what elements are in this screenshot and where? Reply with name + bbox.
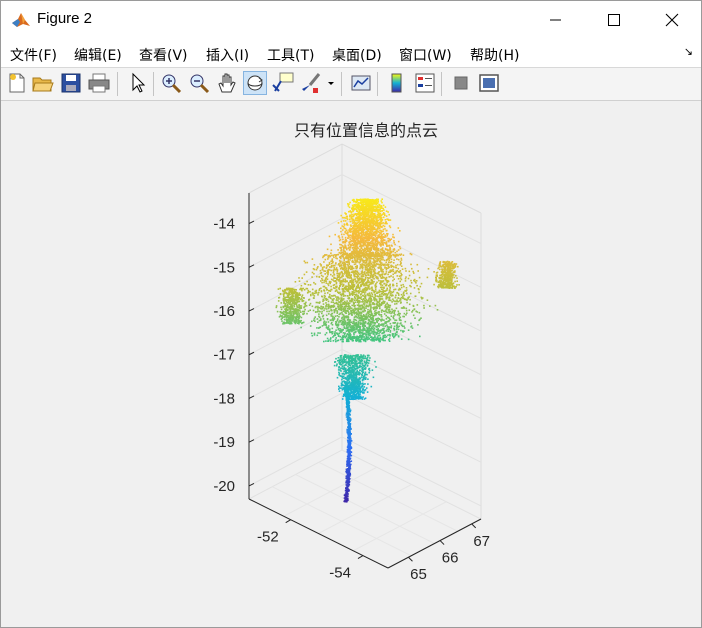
close-icon bbox=[665, 13, 679, 27]
rotate-3d-icon bbox=[247, 75, 263, 91]
z-tick-label: -15 bbox=[213, 259, 235, 276]
toolbar-separator bbox=[377, 72, 378, 96]
z-tick-mark bbox=[248, 439, 255, 443]
z-tick-label: -16 bbox=[213, 303, 235, 320]
z-tick-label: -19 bbox=[213, 434, 235, 451]
show-plot-tools-button[interactable] bbox=[477, 71, 501, 95]
insert-legend-button[interactable] bbox=[413, 71, 437, 95]
chevron-down-icon bbox=[328, 82, 334, 85]
edit-plot-button[interactable] bbox=[125, 71, 149, 95]
toolbar-separator bbox=[153, 72, 154, 96]
minimize-button[interactable] bbox=[527, 1, 585, 39]
pointer-arrow-icon bbox=[132, 72, 146, 93]
maximize-button[interactable] bbox=[585, 1, 643, 39]
save-icon bbox=[61, 73, 81, 93]
x-tick-mark bbox=[357, 555, 364, 560]
y-tick-label: 66 bbox=[442, 550, 459, 567]
brush-button[interactable] bbox=[299, 71, 323, 95]
z-tick-label: -14 bbox=[213, 216, 235, 233]
toolbar-separator bbox=[117, 72, 118, 96]
menu-desktop[interactable]: 桌面(D) bbox=[332, 45, 382, 65]
z-tick-label: -17 bbox=[213, 347, 235, 364]
z-tick-mark bbox=[248, 308, 255, 312]
x-tick-mark bbox=[285, 519, 291, 524]
data-cursor-button[interactable] bbox=[271, 71, 295, 95]
axes-3d[interactable]: -14 -15 -16 -17 -18 -19 -20 -52 -54 65 66 67 bbox=[1, 101, 701, 627]
y-tick-label: 65 bbox=[410, 566, 427, 583]
brush-dropdown[interactable] bbox=[325, 71, 337, 95]
pan-button[interactable] bbox=[215, 71, 239, 95]
menu-file[interactable]: 文件(F) bbox=[10, 45, 57, 65]
y-tick-mark bbox=[439, 540, 445, 545]
new-figure-button[interactable] bbox=[5, 71, 29, 95]
hide-tools-icon bbox=[454, 76, 468, 90]
menu-window[interactable]: 窗口(W) bbox=[399, 45, 452, 65]
link-plot-icon bbox=[351, 75, 371, 91]
folder-open-icon bbox=[32, 77, 54, 92]
z-tick-mark bbox=[248, 482, 255, 487]
hand-icon bbox=[218, 73, 236, 93]
data-tip-icon bbox=[272, 72, 294, 92]
zoom-in-button[interactable] bbox=[159, 71, 183, 95]
menu-insert[interactable]: 插入(I) bbox=[206, 45, 249, 65]
menu-edit[interactable]: 编辑(E) bbox=[74, 45, 122, 65]
figure-window: Figure 2 文件(F) 编辑(E) 查看(V) 插入(I) 工具(T) 桌… bbox=[0, 0, 702, 628]
insert-colorbar-button[interactable] bbox=[385, 71, 409, 95]
z-tick-mark bbox=[248, 264, 255, 268]
open-file-button[interactable] bbox=[31, 71, 55, 95]
z-tick-mark bbox=[248, 395, 255, 399]
y-tick-mark bbox=[408, 556, 413, 562]
printer-icon bbox=[88, 73, 110, 93]
colorbar-icon bbox=[391, 73, 402, 93]
y-tick-mark bbox=[471, 523, 477, 529]
title-bar[interactable]: Figure 2 bbox=[1, 1, 701, 39]
figure-canvas[interactable]: 只有位置信息的点云 -14 -15 -16 -17 -18 -19 -20 -52 -54 6… bbox=[1, 101, 701, 627]
z-tick-label: -18 bbox=[213, 390, 235, 407]
dock-arrow-icon[interactable]: ↘ bbox=[684, 45, 693, 58]
zoom-out-button[interactable] bbox=[187, 71, 211, 95]
menu-view[interactable]: 查看(V) bbox=[139, 45, 188, 65]
print-figure-button[interactable] bbox=[87, 71, 111, 95]
figure-toolbar bbox=[1, 68, 701, 101]
z-tick-mark bbox=[248, 351, 255, 356]
new-file-icon bbox=[9, 73, 25, 93]
menu-bar: 文件(F) 编辑(E) 查看(V) 插入(I) 工具(T) 桌面(D) 窗口(W… bbox=[1, 39, 701, 68]
minimize-icon bbox=[550, 19, 561, 21]
zoom-in-icon bbox=[162, 74, 182, 94]
rotate-3d-button[interactable] bbox=[243, 71, 267, 95]
x-tick-label: -54 bbox=[329, 565, 351, 582]
toolbar-separator bbox=[441, 72, 442, 96]
save-figure-button[interactable] bbox=[59, 71, 83, 95]
z-axis-ticks: -14 -15 -16 -17 -18 -19 -20 bbox=[213, 216, 255, 495]
x-tick-label: -52 bbox=[257, 529, 279, 546]
z-tick-label: -20 bbox=[213, 478, 235, 495]
link-plot-button[interactable] bbox=[349, 71, 373, 95]
y-axis-ticks: 65 66 67 bbox=[408, 523, 490, 583]
menu-help[interactable]: 帮助(H) bbox=[470, 45, 519, 65]
matlab-icon bbox=[11, 10, 31, 30]
menu-tools[interactable]: 工具(T) bbox=[267, 45, 314, 65]
y-tick-label: 67 bbox=[473, 533, 490, 550]
close-button[interactable] bbox=[643, 1, 701, 39]
hide-plot-tools-button[interactable] bbox=[449, 71, 473, 95]
zoom-out-icon bbox=[190, 74, 210, 94]
maximize-icon bbox=[608, 14, 620, 26]
brush-icon bbox=[302, 73, 321, 93]
toolbar-separator bbox=[341, 72, 342, 96]
z-tick-mark bbox=[248, 220, 255, 225]
window-title: Figure 2 bbox=[37, 10, 93, 27]
plot-tools-icon bbox=[479, 74, 499, 92]
legend-icon bbox=[415, 73, 435, 93]
